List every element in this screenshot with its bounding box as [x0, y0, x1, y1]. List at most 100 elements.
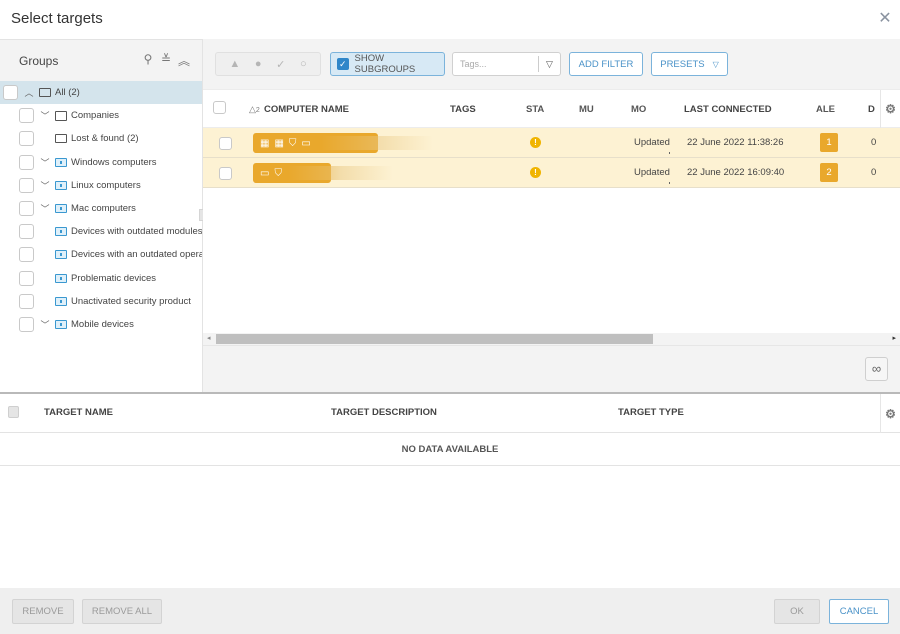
infinite-scroll-icon[interactable]: ∞ [865, 357, 888, 381]
collapse-all-icon[interactable]: ︽ [178, 52, 190, 69]
tree-item[interactable]: ﹀ Mac computers [0, 197, 202, 220]
tree-item[interactable]: ︿ All (2) [0, 81, 202, 105]
detections-count: 0 [871, 137, 877, 148]
dynamic-folder-icon [55, 273, 67, 283]
chevron-down-icon[interactable]: ﹀ [39, 156, 51, 169]
ok-button[interactable]: OK [774, 599, 820, 624]
chevron-up-icon[interactable]: ︿ [23, 86, 35, 99]
targets-settings-gear-icon[interactable]: ⚙ [880, 394, 900, 433]
tree-item[interactable]: ﹀ Linux computers [0, 174, 202, 197]
presets-button[interactable]: PRESETS ▽ [651, 52, 728, 76]
targets-table-header: TARGET NAME TARGET DESCRIPTION TARGET TY… [0, 394, 900, 433]
tree-item-label: Lost & found (2) [71, 133, 139, 145]
ok-check-icon[interactable]: ✓ [276, 58, 285, 71]
alerts-badge[interactable]: 2 [820, 163, 838, 182]
remove-button[interactable]: REMOVE [12, 599, 74, 624]
sort-asc-icon[interactable]: △2 [249, 104, 260, 115]
table-row[interactable]: ▦ ▦ ⛉ ▭ ! Updated 22 June 2022 11:38:26 … [203, 128, 900, 158]
computers-table-header: △2 COMPUTER NAME TAGS STA MU MO LAST CON… [203, 89, 900, 128]
select-all-checkbox[interactable] [213, 101, 226, 114]
group-tree: ︿All (2)﹀Companies﹀Lost & found (2)﹀Wind… [0, 81, 202, 336]
column-computer-name[interactable]: COMPUTER NAME [264, 104, 349, 115]
column-modules[interactable]: MO [631, 104, 646, 115]
tree-item-checkbox[interactable] [3, 85, 18, 101]
redacted-name [321, 136, 433, 150]
show-subgroups-toggle[interactable]: ✓ SHOW SUBGROUPS [330, 52, 445, 76]
search-icon[interactable]: ⚲ [142, 52, 154, 69]
status-warning-icon: ! [530, 167, 541, 178]
table-row[interactable]: ▭ ⛉ ! Updated 22 June 2022 16:09:40 2 0 [203, 158, 900, 188]
tree-item[interactable]: ﹀Problematic devices [0, 267, 202, 290]
column-last-connected[interactable]: LAST CONNECTED [684, 104, 772, 115]
organization-icon [55, 110, 67, 121]
column-tags[interactable]: TAGS [450, 104, 476, 115]
row-checkbox[interactable] [219, 167, 232, 180]
computers-table-footer: ∞ [203, 345, 900, 392]
tree-item-checkbox[interactable] [19, 131, 34, 147]
tree-item-checkbox[interactable] [19, 154, 34, 170]
cancel-button[interactable]: CANCEL [829, 599, 889, 624]
chevron-down-icon[interactable]: ﹀ [39, 202, 51, 215]
add-filter-button[interactable]: ADD FILTER [569, 52, 643, 76]
detections-count: 0 [871, 167, 877, 178]
presets-label: PRESETS [660, 58, 705, 70]
close-icon[interactable]: ✕ [876, 10, 894, 28]
expand-all-icon[interactable]: ≚ [160, 52, 172, 69]
tags-select[interactable]: Tags... ▽ [452, 52, 561, 76]
tree-item-checkbox[interactable] [19, 270, 34, 286]
tree-item[interactable]: ﹀Devices with an outdated operat [0, 243, 202, 266]
none-circle-icon[interactable]: ○ [300, 58, 307, 70]
tree-item-checkbox[interactable] [19, 293, 34, 309]
tree-item-label: Problematic devices [71, 272, 157, 284]
warning-icon[interactable]: ▲ [229, 58, 240, 70]
tree-item[interactable]: ﹀Lost & found (2) [0, 127, 202, 150]
groups-title: Groups [19, 53, 59, 68]
column-alerts[interactable]: ALE [816, 104, 835, 115]
redacted-name [288, 166, 393, 180]
scroll-left-icon[interactable]: ◂ [207, 333, 211, 345]
error-icon[interactable]: ● [255, 58, 262, 70]
modules-status: Updated [634, 167, 670, 184]
chevron-down-icon[interactable]: ﹀ [39, 179, 51, 192]
scrollbar-thumb[interactable] [216, 334, 653, 344]
scroll-right-icon[interactable]: ▸ [892, 333, 896, 345]
column-target-name[interactable]: TARGET NAME [44, 407, 113, 418]
dynamic-folder-icon [55, 296, 67, 306]
row-checkbox[interactable] [219, 137, 232, 150]
tree-item-checkbox[interactable] [19, 201, 34, 217]
select-targets-dialog: Select targets ✕ Groups ⚲ ≚ ︽ ︿ All (2) ﹀ C… [0, 0, 900, 634]
tree-item-label: Devices with outdated modules [71, 226, 202, 238]
column-target-description[interactable]: TARGET DESCRIPTION [331, 407, 437, 418]
tree-item[interactable]: ﹀ Windows computers [0, 151, 202, 174]
status-filter-group: ▲ ● ✓ ○ [215, 52, 321, 76]
targets-select-all-checkbox[interactable] [8, 406, 19, 418]
tree-item-checkbox[interactable] [19, 316, 34, 332]
horizontal-scrollbar[interactable]: ◂ ▸ [203, 333, 900, 345]
alerts-badge[interactable]: 1 [820, 133, 838, 152]
tree-item-checkbox[interactable] [19, 247, 34, 263]
chevron-down-icon[interactable]: ▽ [538, 56, 560, 72]
remove-all-button[interactable]: REMOVE ALL [82, 599, 162, 624]
column-muted[interactable]: MU [579, 104, 594, 115]
show-subgroups-label: SHOW SUBGROUPS [354, 53, 416, 75]
tree-item-checkbox[interactable] [19, 108, 34, 124]
tree-item-checkbox[interactable] [19, 224, 34, 240]
column-target-type[interactable]: TARGET TYPE [618, 407, 684, 418]
tags-placeholder: Tags... [460, 59, 487, 69]
tree-item[interactable]: ﹀Unactivated security product [0, 290, 202, 313]
tree-item-checkbox[interactable] [19, 177, 34, 193]
groups-header: Groups ⚲ ≚ ︽ [0, 40, 202, 81]
folder-icon [39, 88, 51, 98]
chevron-down-icon[interactable]: ﹀ [39, 109, 51, 122]
chevron-down-icon[interactable]: ﹀ [39, 318, 51, 331]
column-settings-gear-icon[interactable]: ⚙ [880, 90, 900, 128]
shield-check-icon: ⛉ [274, 167, 282, 179]
column-status[interactable]: STA [526, 104, 544, 115]
tree-item[interactable]: ﹀ Companies [0, 104, 202, 127]
tree-item[interactable]: ﹀ Mobile devices [0, 313, 202, 336]
computers-table: △2 COMPUTER NAME TAGS STA MU MO LAST CON… [203, 89, 900, 334]
status-warning-icon: ! [530, 137, 541, 148]
tree-item[interactable]: ﹀Devices with outdated modules [0, 220, 202, 243]
tree-item-label: Devices with an outdated operat [71, 249, 202, 261]
column-detections[interactable]: D [868, 104, 875, 115]
